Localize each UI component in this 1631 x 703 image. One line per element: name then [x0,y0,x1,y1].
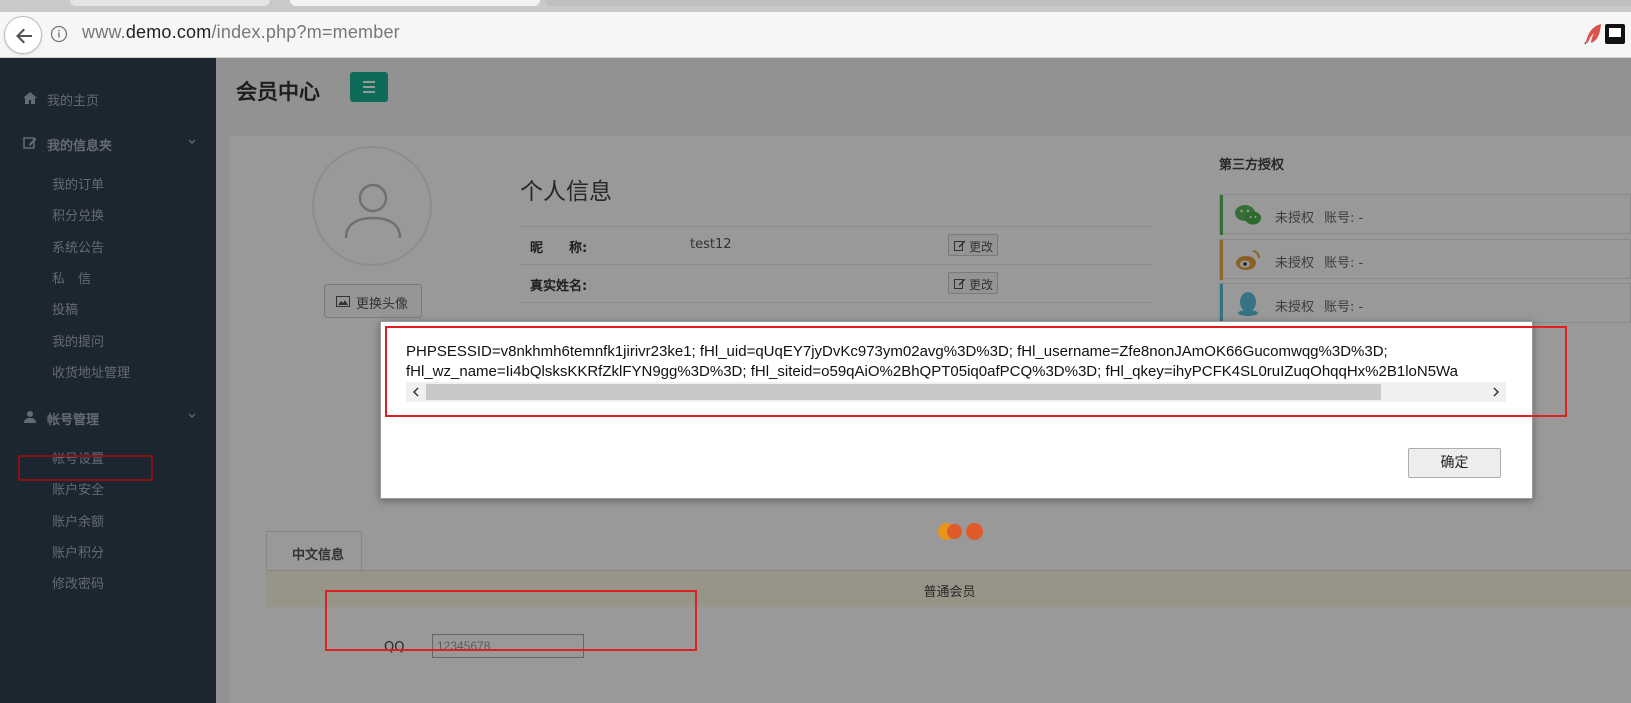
back-button[interactable] [4,16,42,54]
ok-button[interactable]: 确定 [1408,448,1501,478]
browser-tab-active[interactable] [290,0,540,6]
loader-dot [966,523,983,540]
info-icon[interactable] [50,25,68,43]
browser-tab[interactable] [70,0,270,6]
browser-tab[interactable] [545,0,1631,6]
browser-tabstrip [0,0,1631,12]
url-domain: demo.com [125,22,212,42]
page: 我的主页 我的信息夹 我的订单 积分兑换 系统公告 私 信 投稿 我的提问 收货… [0,58,1631,703]
back-arrow-icon [16,28,32,44]
browser-toolbar: www.demo.com/index.php?m=member [0,12,1631,58]
loader-dot [947,524,962,539]
highlight-box [325,590,697,651]
url-prefix: www. [82,22,126,42]
extension-area [1565,23,1625,47]
feather-extension-icon[interactable] [1583,23,1603,45]
highlight-box [385,326,1567,417]
url-path: /index.php?m=member [211,22,400,42]
flag-extension-icon[interactable] [1605,24,1625,44]
loading-spinner [938,523,984,541]
address-bar[interactable]: www.demo.com/index.php?m=member [82,22,400,43]
